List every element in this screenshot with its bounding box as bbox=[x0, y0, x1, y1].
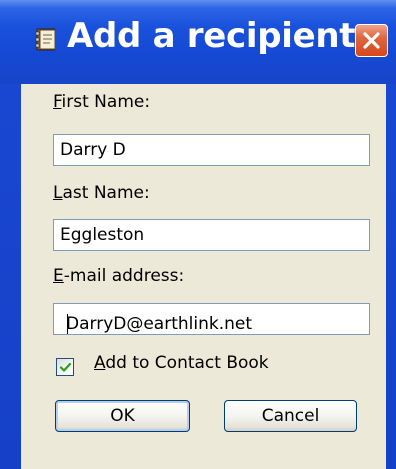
cancel-button[interactable]: Cancel bbox=[224, 400, 357, 432]
email-label: E-mail address: bbox=[53, 266, 185, 286]
address-book-icon bbox=[33, 24, 63, 54]
first-name-value: Darry D bbox=[60, 140, 126, 160]
last-name-label: Last Name: bbox=[53, 183, 150, 203]
dialog-title: Add a recipient bbox=[67, 16, 356, 56]
email-field[interactable]: DarryD@earthlink.net bbox=[53, 303, 370, 335]
close-button[interactable] bbox=[355, 24, 388, 57]
text-caret bbox=[67, 314, 68, 334]
first-name-field[interactable]: Darry D bbox=[53, 134, 370, 166]
title-bar[interactable]: Add a recipient bbox=[0, 0, 396, 84]
last-name-field[interactable]: Eggleston bbox=[53, 219, 370, 251]
first-name-label: First Name: bbox=[53, 92, 151, 112]
ok-button[interactable]: OK bbox=[55, 400, 190, 432]
email-value: DarryD@earthlink.net bbox=[66, 314, 253, 334]
add-to-contact-book-label[interactable]: Add to Contact Book bbox=[94, 353, 269, 373]
add-to-contact-book-checkbox[interactable] bbox=[56, 358, 74, 376]
last-name-value: Eggleston bbox=[60, 225, 145, 245]
add-recipient-dialog: Add a recipient First Name: Darry D Last… bbox=[0, 0, 396, 469]
